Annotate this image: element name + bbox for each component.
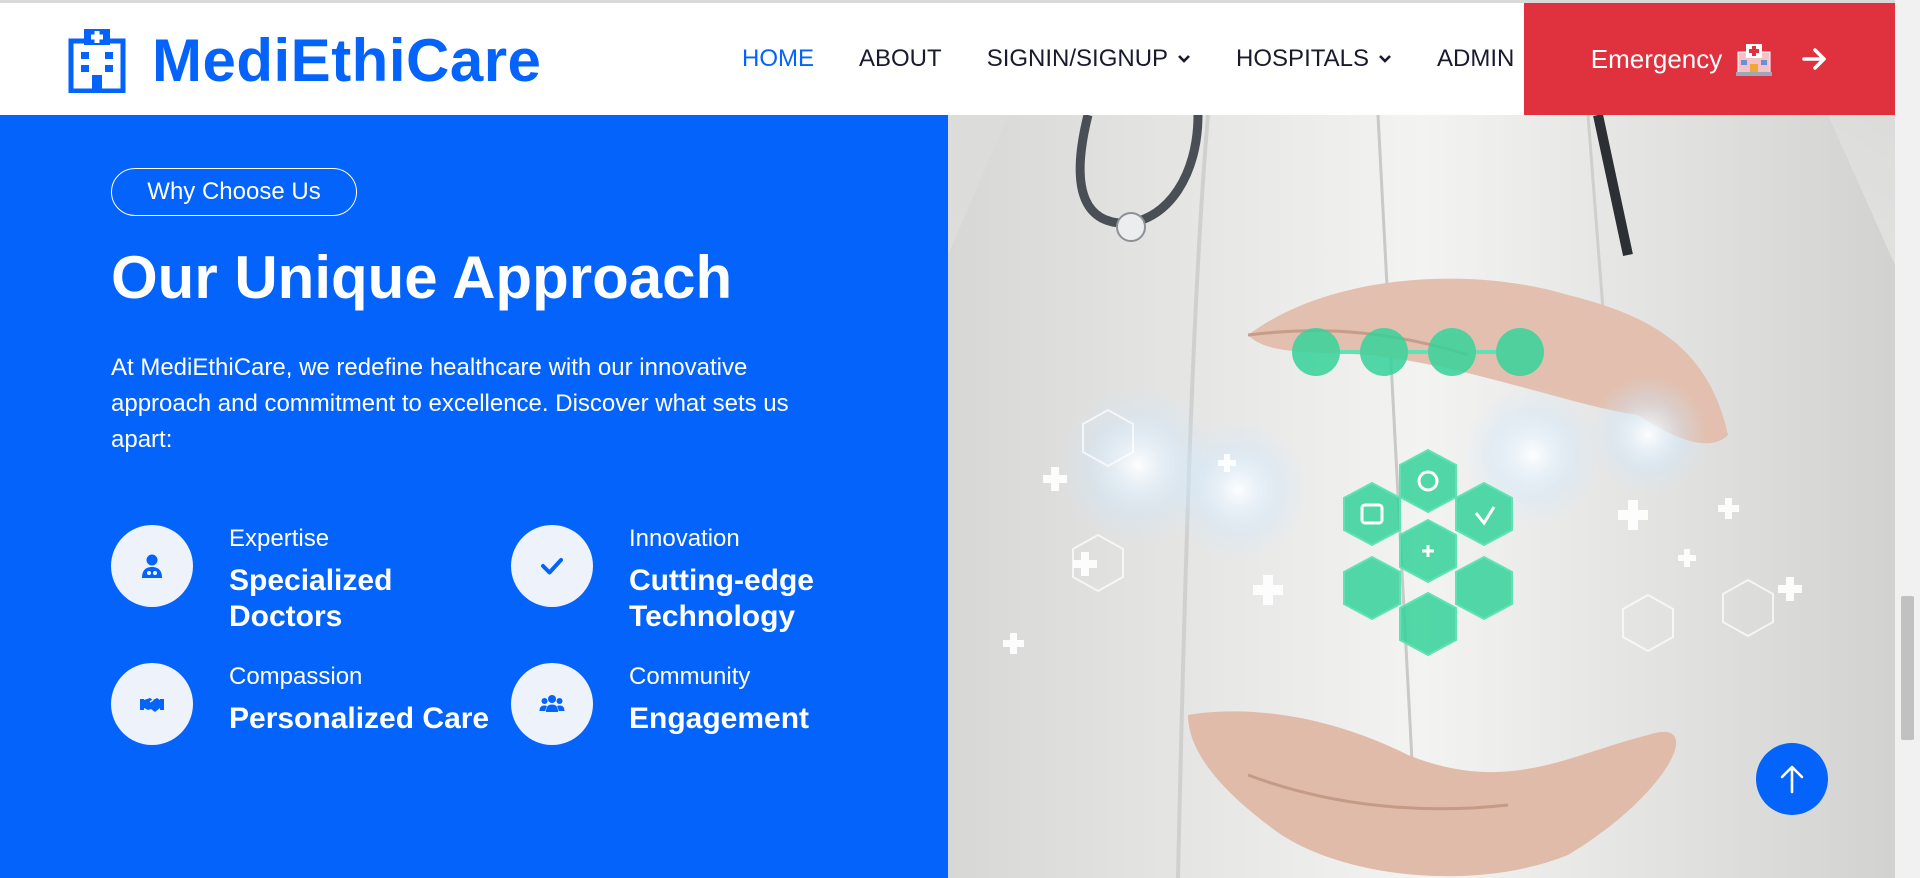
emergency-label: Emergency xyxy=(1590,43,1723,74)
nav-home[interactable]: HOME xyxy=(742,45,814,73)
feature-title: Specialized Doctors xyxy=(229,564,393,633)
feature-text: Expertise Specialized Doctors xyxy=(229,525,429,635)
nav-about[interactable]: ABOUT xyxy=(859,45,942,73)
section-description: At MediEthiCare, we redefine healthcare … xyxy=(111,354,789,453)
feature-expertise: Expertise Specialized Doctors xyxy=(111,525,429,635)
feature-text: Innovation Cutting-edge Technology xyxy=(629,525,839,635)
check-icon xyxy=(541,558,563,575)
section-heading: Our Unique Approach xyxy=(111,244,733,311)
nav-signin-signup-label: SIGNIN/SIGNUP xyxy=(986,45,1169,72)
why-choose-us-section: Why Choose Us Our Unique Approach At Med… xyxy=(0,115,948,878)
section-badge: Why Choose Us xyxy=(111,168,357,216)
feature-community: Community Engagement xyxy=(511,663,809,745)
users-icon xyxy=(539,695,565,712)
feature-title: Personalized Care xyxy=(229,702,490,735)
feature-innovation: Innovation Cutting-edge Technology xyxy=(511,525,839,635)
back-to-top-button[interactable] xyxy=(1756,743,1828,815)
nav-hospitals[interactable]: HOSPITALS xyxy=(1236,45,1392,73)
nav-about-label: ABOUT xyxy=(859,45,942,72)
hospital-icon xyxy=(1736,44,1773,76)
scrollbar-thumb[interactable] xyxy=(1901,596,1914,740)
nav-signin-signup[interactable]: SIGNIN/SIGNUP xyxy=(987,45,1191,73)
feature-icon-circle xyxy=(511,663,593,745)
feature-category: Compassion xyxy=(229,663,363,690)
hospital-building-icon xyxy=(68,29,126,93)
doctor-hero-image xyxy=(948,115,1895,878)
feature-title: Cutting-edge Technology xyxy=(629,564,814,633)
feature-category: Community xyxy=(629,663,751,690)
brand-name: MediEthiCare xyxy=(152,26,542,94)
arrow-up-icon xyxy=(1780,765,1804,794)
handshake-icon xyxy=(140,698,164,712)
main-nav: HOME ABOUT SIGNIN/SIGNUP HOSPITALS ADMIN xyxy=(742,45,1514,73)
feature-compassion: Compassion Personalized Care xyxy=(111,663,489,745)
user-doctor-icon xyxy=(142,554,162,578)
feature-icon-circle xyxy=(111,663,193,745)
emergency-button[interactable]: Emergency xyxy=(1524,3,1895,115)
nav-home-label: HOME xyxy=(742,45,814,72)
feature-icon-circle xyxy=(111,525,193,607)
arrow-right-icon xyxy=(1802,48,1827,70)
feature-text: Community Engagement xyxy=(629,663,809,745)
feature-category: Expertise xyxy=(229,525,330,552)
navbar: MediEthiCare HOME ABOUT SIGNIN/SIGNUP HO… xyxy=(0,3,1895,115)
chevron-down-icon xyxy=(1178,55,1190,63)
nav-admin[interactable]: ADMIN xyxy=(1437,45,1514,73)
doctor-illustration xyxy=(948,115,1895,878)
nav-hospitals-label: HOSPITALS xyxy=(1236,45,1369,72)
brand-logo[interactable]: MediEthiCare xyxy=(68,25,541,95)
nav-admin-label: ADMIN xyxy=(1436,45,1515,72)
page-scrollbar[interactable] xyxy=(1895,0,1920,878)
feature-category: Innovation xyxy=(629,525,740,552)
feature-icon-circle xyxy=(511,525,593,607)
chevron-down-icon xyxy=(1379,55,1391,63)
feature-title: Engagement xyxy=(629,702,810,735)
feature-text: Compassion Personalized Care xyxy=(229,663,489,745)
